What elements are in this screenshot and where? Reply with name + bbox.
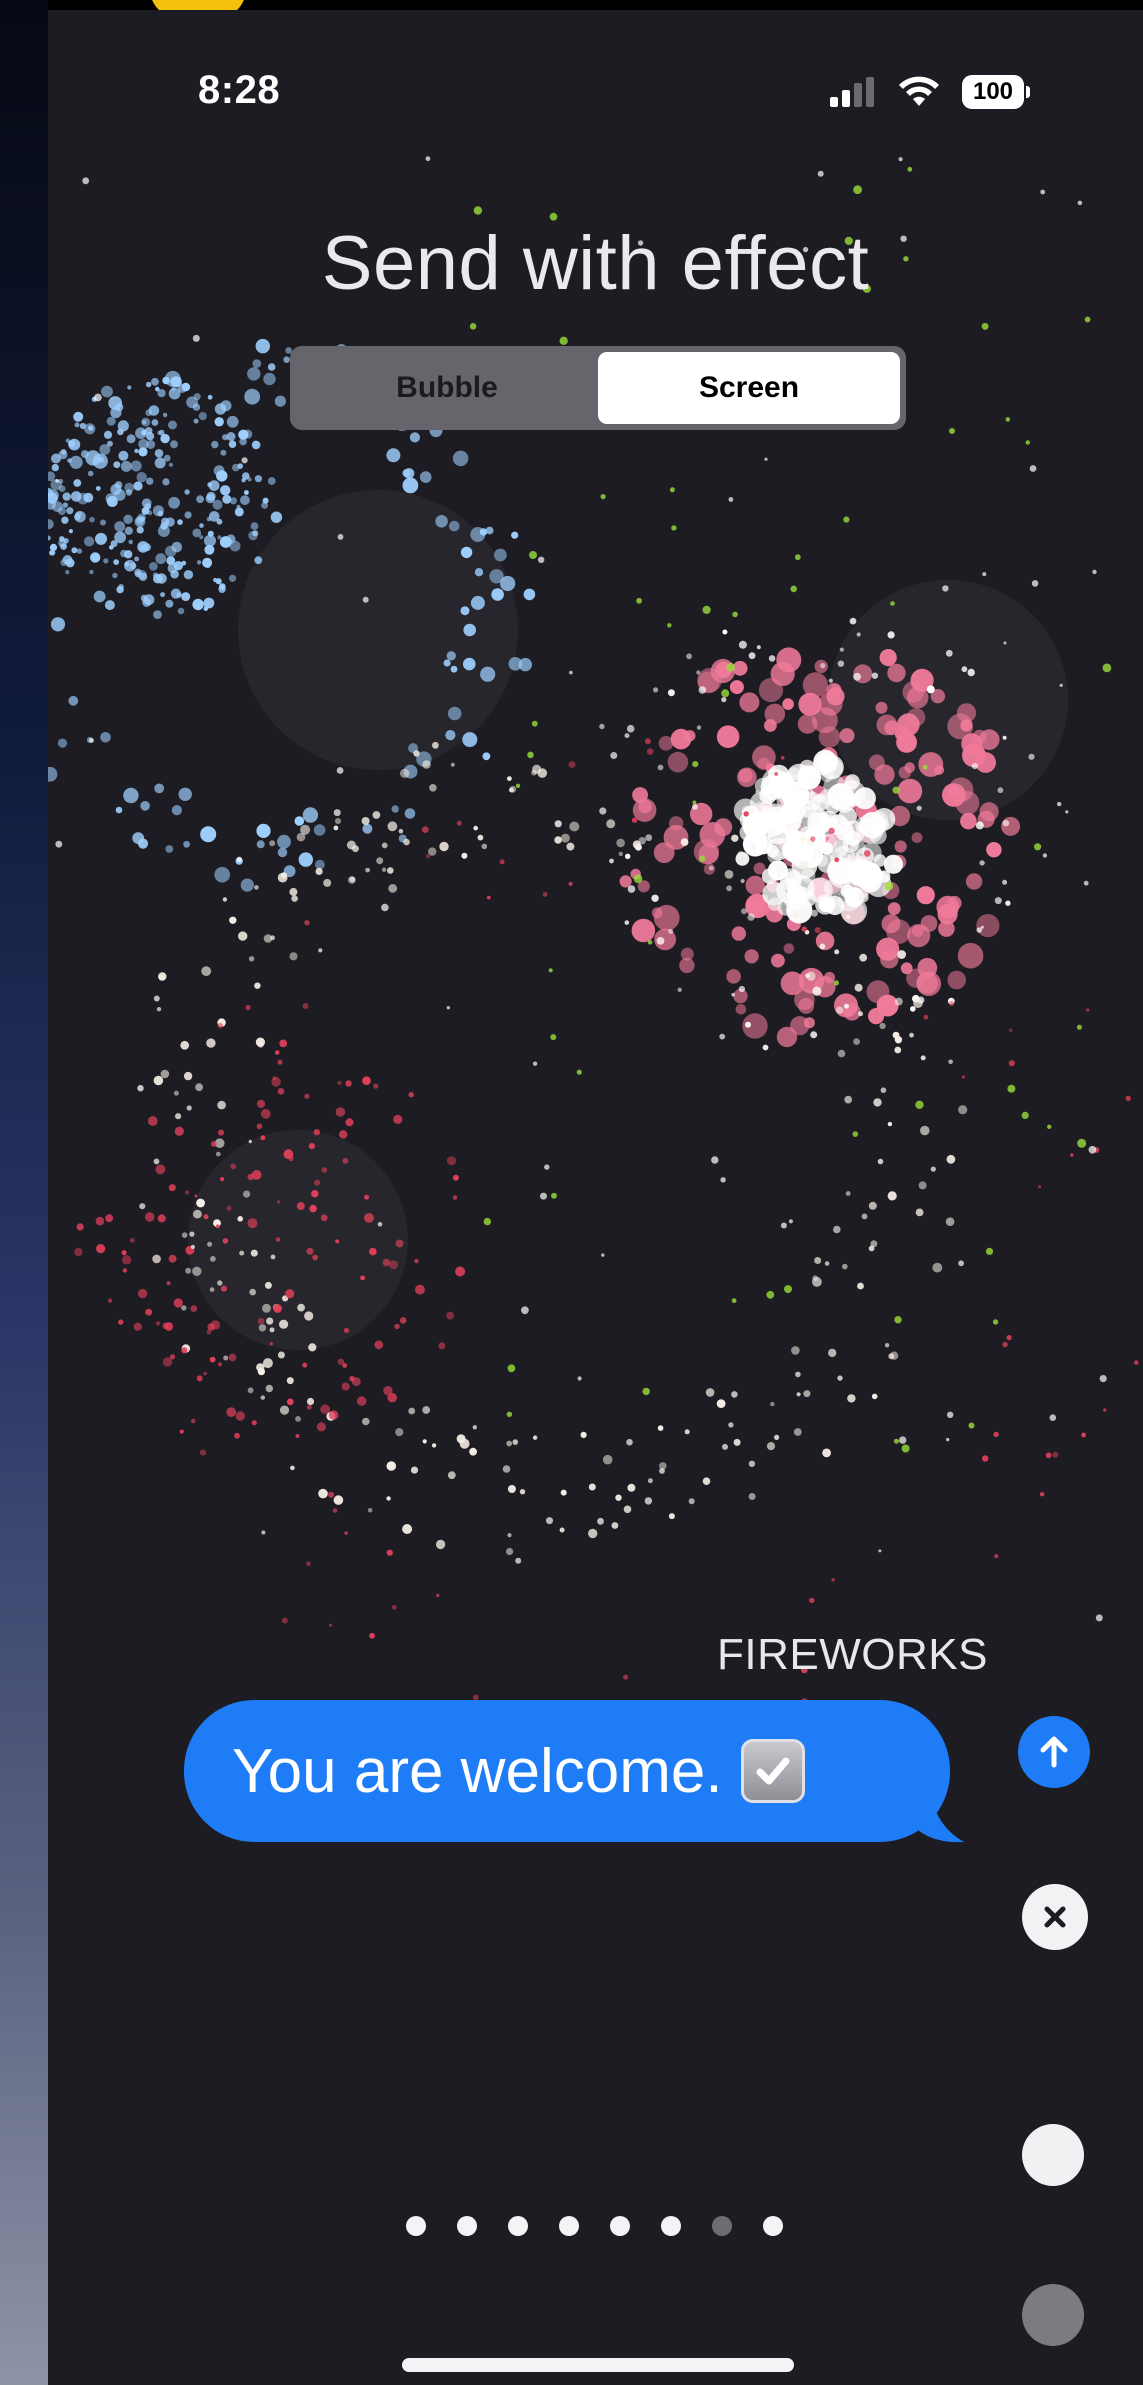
effect-name-label: FIREWORKS	[717, 1630, 988, 1679]
page-dot[interactable]	[508, 2216, 528, 2236]
page-dot[interactable]	[457, 2216, 477, 2236]
arrow-up-icon	[1040, 1736, 1068, 1768]
signal-icon	[830, 77, 874, 107]
cancel-button[interactable]	[1022, 1884, 1088, 1950]
page-indicator[interactable]	[406, 2216, 783, 2236]
page-dot[interactable]	[610, 2216, 630, 2236]
page-dot[interactable]	[406, 2216, 426, 2236]
page-dot[interactable]	[559, 2216, 579, 2236]
home-indicator[interactable]	[402, 2358, 794, 2372]
effect-type-segmented-control: Bubble Screen	[290, 346, 906, 430]
page-title: Send with effect	[321, 221, 870, 306]
close-icon	[1044, 1906, 1066, 1928]
status-bar-right: 100	[830, 70, 1030, 114]
battery-icon: 100	[962, 75, 1030, 109]
message-text: You are welcome.	[232, 1736, 723, 1806]
tab-bubble[interactable]: Bubble	[296, 352, 598, 424]
page-dot[interactable]	[763, 2216, 783, 2236]
effect-preview-dot-active[interactable]	[1022, 2124, 1084, 2186]
status-time: 8:28	[198, 68, 281, 112]
tab-screen[interactable]: Screen	[598, 352, 900, 424]
effect-preview-dot[interactable]	[1022, 2284, 1084, 2346]
wifi-icon	[899, 76, 939, 106]
page-dot[interactable]	[661, 2216, 681, 2236]
background-wallpaper-strip	[0, 0, 48, 2385]
effect-screen: 8:28 100 Send with effect Bubble Screen …	[48, 10, 1143, 2385]
checkbox-emoji-icon	[740, 1739, 805, 1803]
send-button[interactable]	[1018, 1716, 1090, 1788]
bubble-tail	[908, 1780, 964, 1843]
message-bubble: You are welcome.	[184, 1700, 950, 1842]
page-dot-current[interactable]	[712, 2216, 732, 2236]
